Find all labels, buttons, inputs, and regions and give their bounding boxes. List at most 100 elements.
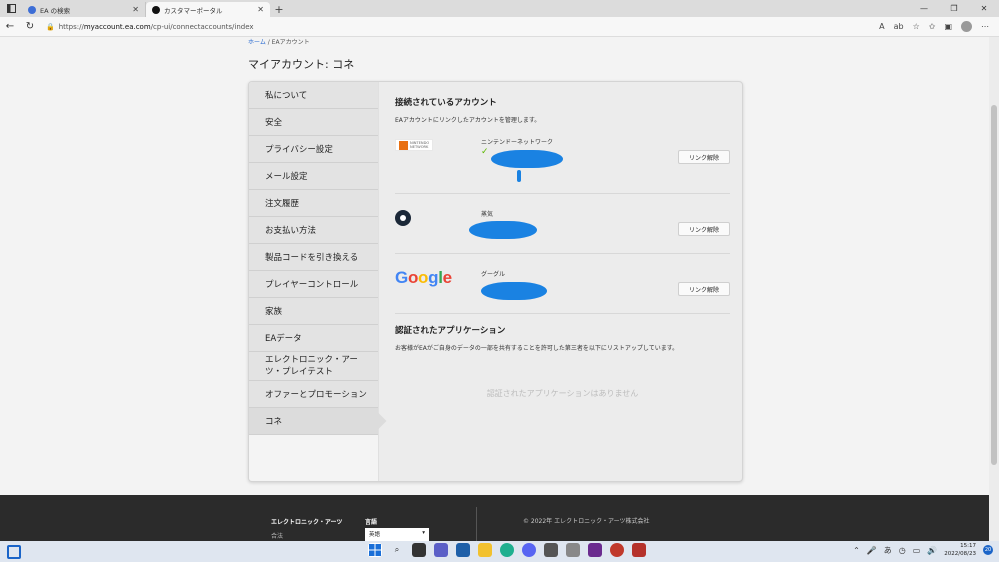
sidebar-item-player-control[interactable]: プレイヤーコントロール (249, 271, 378, 298)
redaction-mark (491, 150, 563, 168)
language-select[interactable]: 英語 ▾ (365, 528, 429, 541)
store-icon[interactable] (456, 543, 470, 557)
check-icon: ✓ (481, 147, 489, 157)
url-host: myaccount.ea.com (83, 22, 151, 31)
edge-icon[interactable] (500, 543, 514, 557)
close-icon[interactable]: ✕ (132, 5, 139, 14)
task-view-icon[interactable] (412, 543, 426, 557)
ea-icon (152, 5, 160, 14)
account-row-steam: 蒸気 リンク解除 (395, 194, 730, 254)
search-icon (28, 5, 36, 14)
system-tray: ⌃ 🎤 あ ◷ ▭ 🔊 15:17 2022/08/23 20 (853, 542, 993, 558)
footer-divider (476, 507, 477, 541)
restore-button[interactable]: ❐ (939, 0, 969, 17)
discord-icon[interactable] (522, 543, 536, 557)
account-row-nintendo: NINTENDO NETWORK ニンテンドーネットワーク ✓ リンク解除 (395, 134, 730, 194)
account-name: 蒸気 (481, 211, 494, 218)
back-icon[interactable]: ← (0, 21, 20, 32)
read-aloud-icon[interactable]: A (879, 22, 884, 31)
clock-time: 15:17 (960, 543, 976, 549)
app-icon[interactable] (566, 543, 580, 557)
close-icon[interactable]: ✕ (257, 5, 264, 14)
file-explorer-icon[interactable] (478, 543, 492, 557)
tab-ea-search[interactable]: EA の検索 ✕ (22, 2, 146, 17)
logo-line: NETWORK (410, 145, 429, 149)
sidebar-item-playtest[interactable]: エレクトロニック・アーツ・プレイテスト (249, 352, 378, 381)
redaction-mark (481, 282, 547, 300)
breadcrumb: ホーム / EAアカウント (248, 37, 310, 46)
refresh-icon[interactable]: ↻ (20, 21, 40, 32)
tab-title: EA の検索 (40, 6, 71, 15)
volume-icon[interactable]: 🔊 (927, 546, 937, 555)
authorized-apps-empty: 認証されたアプリケーションはありません (486, 389, 639, 398)
scrollbar-thumb[interactable] (991, 105, 997, 465)
tab-customer-portal[interactable]: カスタマーポータル ✕ (146, 2, 270, 17)
authorized-apps-title: 認証されたアプリケーション (395, 326, 506, 336)
steam-icon (395, 210, 411, 226)
more-icon[interactable]: ⋯ (981, 22, 989, 31)
language-value: 英語 (369, 532, 381, 538)
redaction-mark (517, 170, 521, 182)
sidebar-item-ea-data[interactable]: EAデータ (249, 325, 378, 352)
collections-icon[interactable]: ▣ (944, 22, 952, 31)
network-icon[interactable]: ▭ (913, 546, 921, 555)
url-path: /cp-ui/connectaccounts/index (150, 22, 254, 31)
profile-avatar[interactable] (961, 21, 972, 32)
sidebar-item-connections[interactable]: コネ (249, 408, 378, 435)
clock-app-icon[interactable]: ◷ (899, 546, 906, 555)
footer-brand: エレクトロニック・アーツ (271, 519, 343, 526)
search-icon[interactable]: ⌕ (390, 543, 404, 557)
widgets-icon[interactable] (7, 544, 21, 559)
unlink-button-steam[interactable]: リンク解除 (678, 222, 730, 236)
page-scrollbar[interactable] (989, 37, 999, 541)
sidebar-item-redeem-code[interactable]: 製品コードを引き換える (249, 244, 378, 271)
sidebar: 私について 安全 プライバシー設定 メール設定 注文履歴 お支払い方法 製品コー… (249, 82, 379, 481)
tab-actions-icon[interactable] (0, 0, 22, 17)
url-field[interactable]: 🔒 https://myaccount.ea.com/cp-ui/connect… (46, 19, 816, 34)
unlink-button-google[interactable]: リンク解除 (678, 282, 730, 296)
chevron-down-icon: ▾ (422, 530, 425, 536)
chevron-up-icon[interactable]: ⌃ (853, 546, 860, 555)
clock[interactable]: 15:17 2022/08/23 (944, 542, 976, 558)
sidebar-item-offers[interactable]: オファーとプロモーション (249, 381, 378, 408)
new-tab-button[interactable]: + (270, 2, 288, 17)
breadcrumb-current: EAアカウント (271, 39, 310, 46)
start-icon[interactable] (368, 543, 382, 557)
close-window-button[interactable]: ✕ (969, 0, 999, 17)
translate-icon[interactable]: ab (894, 22, 904, 31)
tab-title: カスタマーポータル (164, 6, 223, 15)
sidebar-item-email[interactable]: メール設定 (249, 163, 378, 190)
favorites-icon[interactable]: ✩ (929, 22, 936, 31)
page-title: マイアカウント: コネ (248, 58, 355, 71)
sidebar-item-privacy[interactable]: プライバシー設定 (249, 136, 378, 163)
app-icon[interactable] (610, 543, 624, 557)
app-icon[interactable] (588, 543, 602, 557)
connected-accounts-title: 接続されているアカウント (395, 98, 497, 108)
ime-indicator[interactable]: あ (884, 545, 892, 556)
address-bar: ← ↻ 🔒 https://myaccount.ea.com/cp-ui/con… (0, 17, 999, 37)
chat-icon[interactable] (434, 543, 448, 557)
sidebar-item-security[interactable]: 安全 (249, 109, 378, 136)
sidebar-item-payment[interactable]: お支払い方法 (249, 217, 378, 244)
sidebar-item-about[interactable]: 私について (249, 82, 378, 109)
sidebar-item-family[interactable]: 家族 (249, 298, 378, 325)
notification-badge[interactable]: 20 (983, 545, 993, 555)
sidebar-item-order-history[interactable]: 注文履歴 (249, 190, 378, 217)
app-icon[interactable] (544, 543, 558, 557)
account-card: 私について 安全 プライバシー設定 メール設定 注文履歴 お支払い方法 製品コー… (248, 81, 743, 482)
footer: エレクトロニック・アーツ 合法 言語 英語 ▾ © 2022年 エレクトロニック… (0, 495, 989, 541)
breadcrumb-home-link[interactable]: ホーム (248, 39, 266, 46)
page: ホーム / EAアカウント マイアカウント: コネ 私について 安全 プライバシ… (0, 37, 989, 495)
app-icon[interactable] (632, 543, 646, 557)
microphone-icon[interactable]: 🎤 (867, 546, 877, 555)
footer-legal-link[interactable]: 合法 (271, 531, 342, 540)
nintendo-network-icon (399, 140, 408, 150)
window-controls: — ❐ ✕ (909, 0, 999, 17)
unlink-button-nintendo[interactable]: リンク解除 (678, 150, 730, 164)
browser-tab-bar: EA の検索 ✕ カスタマーポータル ✕ + — ❐ ✕ (0, 0, 999, 17)
favorite-star-icon[interactable]: ☆ (913, 22, 920, 31)
google-logo: Google (395, 268, 452, 287)
minimize-button[interactable]: — (909, 0, 939, 17)
redaction-mark (469, 221, 537, 239)
taskbar-apps: ⌕ (368, 543, 646, 557)
